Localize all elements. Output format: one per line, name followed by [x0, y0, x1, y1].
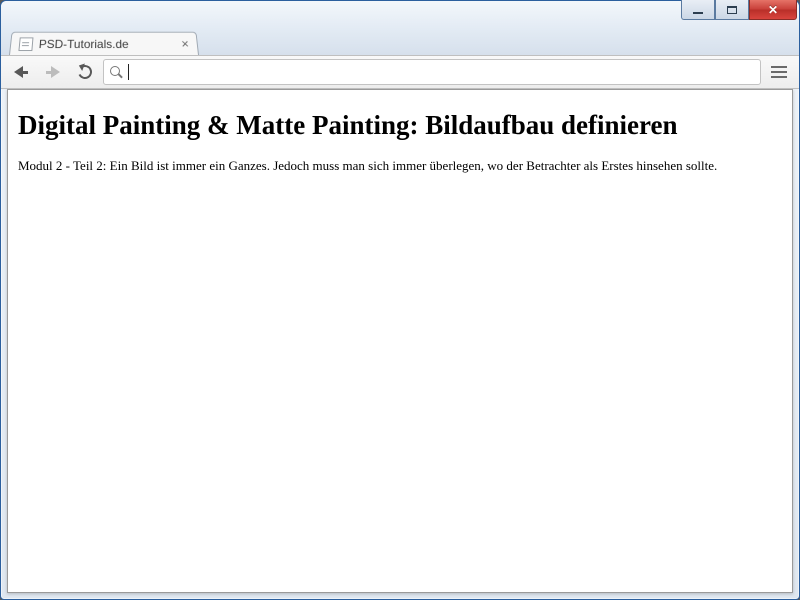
- minimize-button[interactable]: [681, 0, 715, 20]
- search-icon: [110, 66, 122, 78]
- reload-button[interactable]: [71, 59, 99, 85]
- page-heading: Digital Painting & Matte Painting: Bilda…: [18, 110, 782, 141]
- tab-close-button[interactable]: ×: [181, 37, 190, 50]
- close-icon: ✕: [768, 3, 778, 17]
- page-body-text: Modul 2 - Teil 2: Ein Bild ist immer ein…: [18, 157, 782, 175]
- page-content: Digital Painting & Matte Painting: Bilda…: [8, 90, 792, 185]
- toolbar: [1, 55, 799, 89]
- forward-button[interactable]: [39, 59, 67, 85]
- file-icon: [18, 37, 33, 51]
- browser-tab[interactable]: PSD-Tutorials.de ×: [9, 32, 199, 55]
- browser-window: ✕ PSD-Tutorials.de ×: [0, 0, 800, 600]
- viewport[interactable]: Digital Painting & Matte Painting: Bilda…: [7, 89, 793, 593]
- maximize-button[interactable]: [715, 0, 749, 20]
- url-input[interactable]: [135, 65, 754, 80]
- address-bar[interactable]: [103, 59, 761, 85]
- back-button[interactable]: [7, 59, 35, 85]
- menu-button[interactable]: [765, 59, 793, 85]
- window-titlebar[interactable]: ✕: [1, 1, 799, 29]
- arrow-left-icon: [14, 66, 28, 78]
- arrow-right-icon: [46, 66, 60, 78]
- window-controls: ✕: [681, 0, 797, 20]
- maximize-icon: [727, 6, 737, 14]
- text-caret: [128, 64, 129, 80]
- reload-icon: [76, 63, 94, 81]
- tab-title: PSD-Tutorials.de: [38, 37, 176, 51]
- hamburger-icon: [771, 66, 787, 78]
- minimize-icon: [693, 12, 703, 14]
- tab-strip: PSD-Tutorials.de ×: [1, 29, 799, 55]
- close-button[interactable]: ✕: [749, 0, 797, 20]
